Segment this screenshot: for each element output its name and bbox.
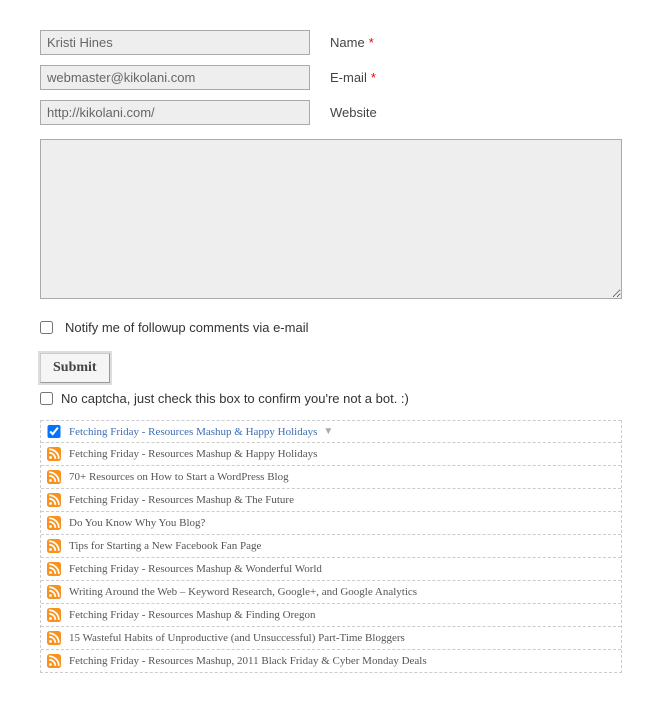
post-link[interactable]: Fetching Friday - Resources Mashup & Fin… xyxy=(69,609,316,621)
notify-label: Notify me of followup comments via e-mai… xyxy=(65,320,308,335)
rss-icon xyxy=(47,470,61,484)
captcha-label: No captcha, just check this box to confi… xyxy=(61,391,409,406)
rss-icon xyxy=(47,493,61,507)
rss-icon xyxy=(47,654,61,668)
post-item: Fetching Friday - Resources Mashup & The… xyxy=(41,488,621,511)
recent-posts-list: Fetching Friday - Resources Mashup & Hap… xyxy=(40,420,622,673)
post-item: Writing Around the Web – Keyword Researc… xyxy=(41,580,621,603)
post-item: Do You Know Why You Blog? xyxy=(41,511,621,534)
post-link[interactable]: Fetching Friday - Resources Mashup & Hap… xyxy=(69,448,317,460)
name-label: Name* xyxy=(330,35,374,50)
post-link[interactable]: Tips for Starting a New Facebook Fan Pag… xyxy=(69,540,261,552)
post-item: Fetching Friday - Resources Mashup & Hap… xyxy=(41,442,621,465)
rss-icon xyxy=(47,516,61,530)
post-link[interactable]: 70+ Resources on How to Start a WordPres… xyxy=(69,471,289,483)
post-link[interactable]: 15 Wasteful Habits of Unproductive (and … xyxy=(69,632,405,644)
rss-icon xyxy=(47,562,61,576)
post-link[interactable]: Fetching Friday - Resources Mashup & Hap… xyxy=(69,426,317,438)
post-link[interactable]: Fetching Friday - Resources Mashup & Won… xyxy=(69,563,322,575)
dropdown-icon[interactable]: ▼ xyxy=(323,426,333,437)
notify-checkbox[interactable] xyxy=(40,321,53,334)
email-label: E-mail* xyxy=(330,70,376,85)
post-item: Fetching Friday - Resources Mashup, 2011… xyxy=(41,649,621,672)
post-link[interactable]: Fetching Friday - Resources Mashup, 2011… xyxy=(69,655,427,667)
post-link[interactable]: Writing Around the Web – Keyword Researc… xyxy=(69,586,417,598)
website-label: Website xyxy=(330,105,377,120)
post-item: 15 Wasteful Habits of Unproductive (and … xyxy=(41,626,621,649)
post-item: Fetching Friday - Resources Mashup & Won… xyxy=(41,557,621,580)
rss-icon xyxy=(47,447,61,461)
post-item: 70+ Resources on How to Start a WordPres… xyxy=(41,465,621,488)
post-item: Tips for Starting a New Facebook Fan Pag… xyxy=(41,534,621,557)
submit-button[interactable]: Submit xyxy=(40,353,110,383)
post-select-checkbox[interactable] xyxy=(47,425,61,438)
post-link[interactable]: Do You Know Why You Blog? xyxy=(69,517,205,529)
rss-icon xyxy=(47,585,61,599)
post-item: Fetching Friday - Resources Mashup & Fin… xyxy=(41,603,621,626)
comment-textarea[interactable] xyxy=(40,139,622,299)
email-input[interactable] xyxy=(40,65,310,90)
rss-icon xyxy=(47,631,61,645)
rss-icon xyxy=(47,539,61,553)
name-input[interactable] xyxy=(40,30,310,55)
website-input[interactable] xyxy=(40,100,310,125)
post-link[interactable]: Fetching Friday - Resources Mashup & The… xyxy=(69,494,294,506)
post-item: Fetching Friday - Resources Mashup & Hap… xyxy=(41,420,621,442)
captcha-checkbox[interactable] xyxy=(40,392,53,405)
rss-icon xyxy=(47,608,61,622)
